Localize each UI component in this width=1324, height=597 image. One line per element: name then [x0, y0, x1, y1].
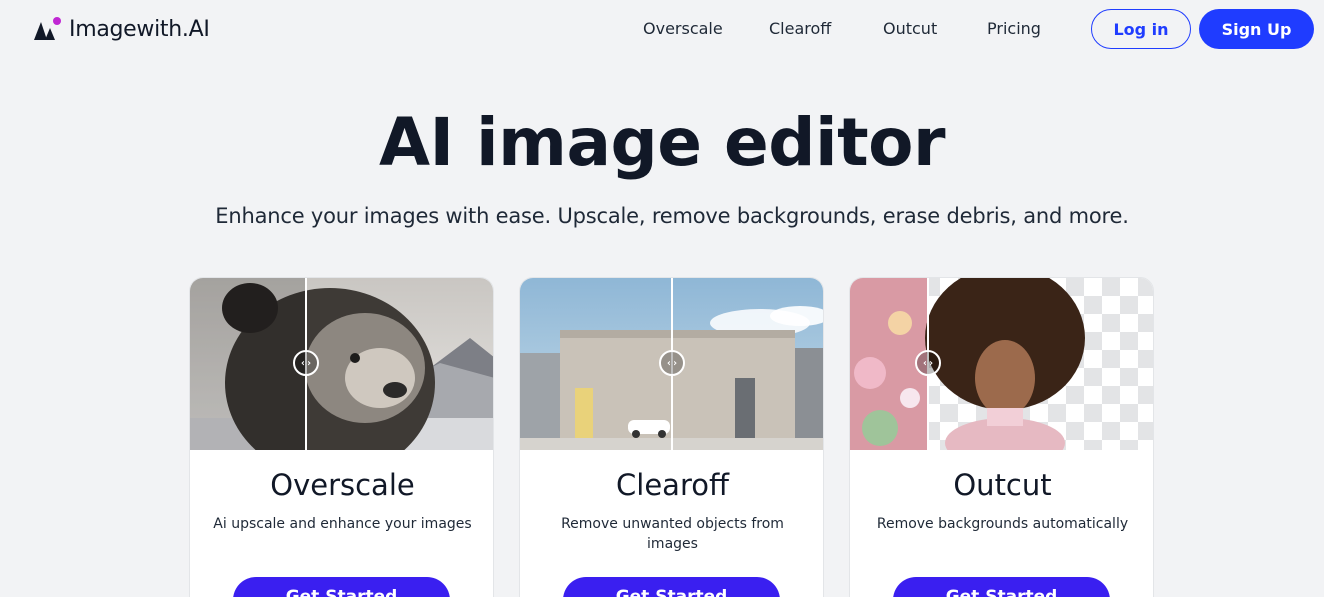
get-started-button-overscale[interactable]: Get Started	[233, 577, 450, 597]
card-title: Clearoff	[616, 468, 729, 502]
logo[interactable]: Imagewith.AI	[33, 16, 210, 42]
compare-arrows-icon[interactable]: ‹›	[293, 350, 319, 376]
card-overscale: ‹› Overscale Ai upscale and enhance your…	[189, 277, 494, 597]
header: Imagewith.AI Overscale Clearoff Outcut P…	[0, 0, 1324, 58]
get-started-button-clearoff[interactable]: Get Started	[563, 577, 780, 597]
nav-item-pricing[interactable]: Pricing	[987, 19, 1041, 38]
nav-item-outcut[interactable]: Outcut	[883, 19, 937, 38]
compare-arrows-icon[interactable]: ‹›	[915, 350, 941, 376]
card-title: Outcut	[953, 468, 1052, 502]
page: Imagewith.AI Overscale Clearoff Outcut P…	[0, 0, 1324, 597]
compare-arrows-icon[interactable]: ‹›	[659, 350, 685, 376]
card-clearoff: ‹› Clearoff Remove unwanted objects from…	[519, 277, 824, 597]
card-description: Ai upscale and enhance your images	[213, 516, 472, 532]
building-with-car-photo[interactable]: ‹›	[520, 278, 823, 450]
login-button[interactable]: Log in	[1091, 9, 1191, 49]
logo-text: Imagewith.AI	[69, 16, 210, 42]
logo-icon	[33, 16, 63, 42]
nav-item-clearoff[interactable]: Clearoff	[769, 19, 831, 38]
hero-subtitle: Enhance your images with ease. Upscale, …	[215, 204, 1129, 228]
card-title: Overscale	[270, 468, 415, 502]
card-outcut: ‹› Outcut Remove backgrounds automatical…	[849, 277, 1154, 597]
portrait-curly-hair-photo[interactable]: ‹›	[850, 278, 1153, 450]
hero-title: AI image editor	[378, 104, 946, 181]
card-description: Remove unwanted objects from images	[561, 516, 784, 552]
signup-button[interactable]: Sign Up	[1199, 9, 1314, 49]
get-started-button-outcut[interactable]: Get Started	[893, 577, 1110, 597]
card-description: Remove backgrounds automatically	[876, 516, 1129, 532]
snow-leopard-photo[interactable]: ‹›	[190, 278, 493, 450]
nav-item-overscale[interactable]: Overscale	[643, 19, 723, 38]
